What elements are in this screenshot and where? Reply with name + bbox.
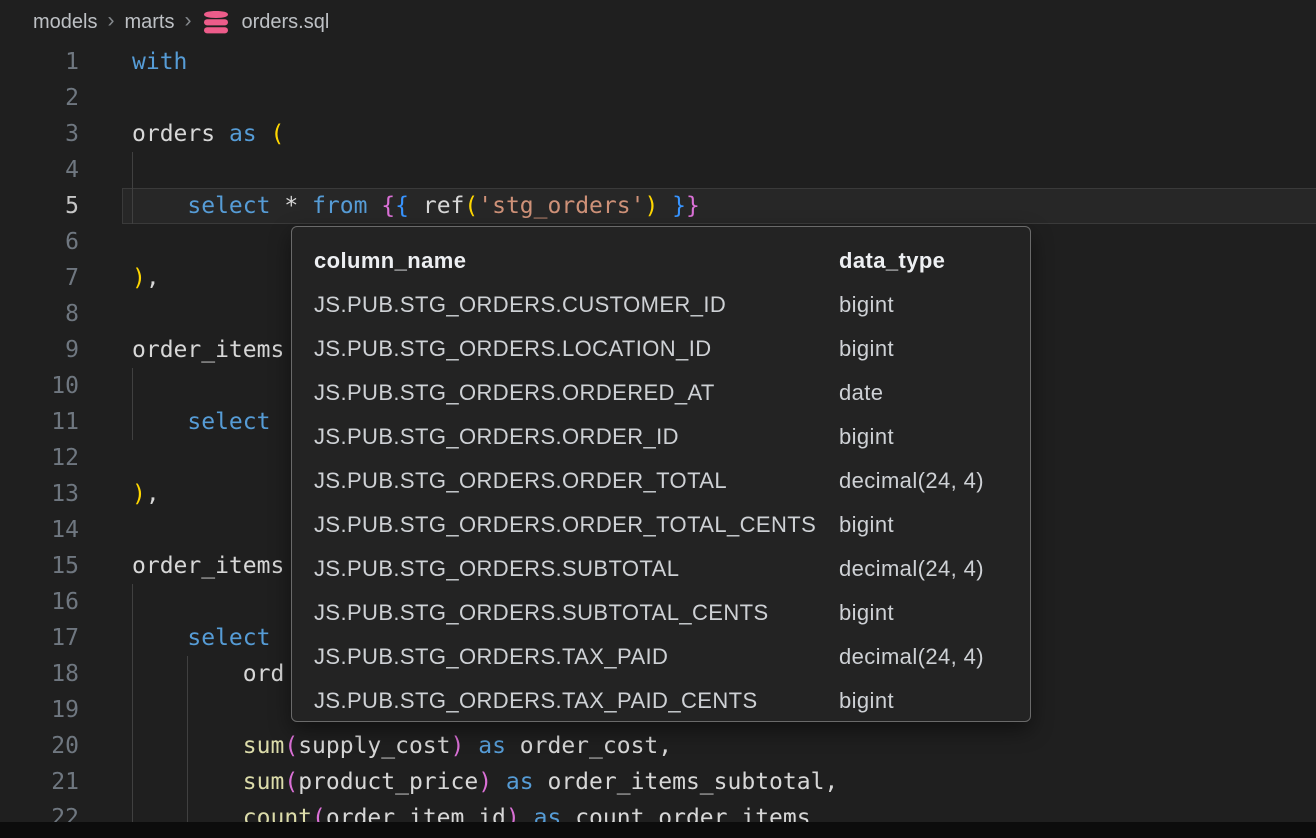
code-line-20[interactable]: 20 sum(supply_cost) as order_cost,	[0, 728, 1316, 764]
column-name-cell: JS.PUB.STG_ORDERS.TAX_PAID	[314, 644, 839, 670]
line-content[interactable]	[122, 152, 1316, 188]
column-info-row: JS.PUB.STG_ORDERS.SUBTOTALdecimal(24, 4)	[292, 547, 1030, 591]
line-number[interactable]: 5	[0, 188, 122, 224]
column-name-cell: JS.PUB.STG_ORDERS.CUSTOMER_ID	[314, 292, 839, 318]
data-type-cell: decimal(24, 4)	[839, 644, 1030, 670]
line-content[interactable]: sum(product_price) as order_items_subtot…	[122, 764, 1316, 800]
line-content[interactable]: orders as (	[122, 116, 1316, 152]
chevron-right-icon: ›	[184, 9, 191, 33]
column-info-row: JS.PUB.STG_ORDERS.ORDERED_ATdate	[292, 371, 1030, 415]
line-number[interactable]: 17	[0, 620, 122, 656]
column-name-cell: JS.PUB.STG_ORDERS.SUBTOTAL	[314, 556, 839, 582]
line-number[interactable]: 15	[0, 548, 122, 584]
code-line-1[interactable]: 1 with	[0, 44, 1316, 80]
line-number[interactable]: 6	[0, 224, 122, 260]
line-number[interactable]: 19	[0, 692, 122, 728]
code-tokens: ),	[132, 481, 160, 507]
breadcrumb-item-models[interactable]: models	[33, 11, 97, 34]
code-line-2[interactable]: 2	[0, 80, 1316, 116]
code-tokens: select	[132, 409, 270, 435]
line-content[interactable]	[122, 80, 1316, 116]
line-content[interactable]: with	[122, 44, 1316, 80]
popup-header-column-name: column_name	[314, 248, 839, 274]
line-number[interactable]: 7	[0, 260, 122, 296]
data-type-cell: bigint	[839, 424, 1030, 450]
line-number[interactable]: 2	[0, 80, 122, 116]
code-tokens: orders as (	[132, 121, 284, 147]
line-number[interactable]: 14	[0, 512, 122, 548]
data-type-cell: decimal(24, 4)	[839, 468, 1030, 494]
indent-guide	[187, 692, 188, 728]
column-info-row: JS.PUB.STG_ORDERS.CUSTOMER_IDbigint	[292, 283, 1030, 327]
line-number[interactable]: 18	[0, 656, 122, 692]
column-info-row: JS.PUB.STG_ORDERS.SUBTOTAL_CENTSbigint	[292, 591, 1030, 635]
panel-divider	[0, 822, 1316, 838]
database-icon	[201, 11, 231, 34]
column-name-cell: JS.PUB.STG_ORDERS.SUBTOTAL_CENTS	[314, 600, 839, 626]
line-number[interactable]: 11	[0, 404, 122, 440]
line-number[interactable]: 20	[0, 728, 122, 764]
code-tokens: ord	[132, 661, 284, 687]
column-info-row: JS.PUB.STG_ORDERS.ORDER_IDbigint	[292, 415, 1030, 459]
code-tokens: with	[132, 49, 187, 75]
data-type-cell: decimal(24, 4)	[839, 556, 1030, 582]
code-line-21[interactable]: 21 sum(product_price) as order_items_sub…	[0, 764, 1316, 800]
code-line-3[interactable]: 3 orders as (	[0, 116, 1316, 152]
indent-guide	[132, 152, 133, 188]
line-number[interactable]: 3	[0, 116, 122, 152]
line-number[interactable]: 13	[0, 476, 122, 512]
popup-rows: JS.PUB.STG_ORDERS.CUSTOMER_IDbigintJS.PU…	[292, 283, 1030, 722]
indent-guide	[132, 368, 133, 404]
code-line-4[interactable]: 4	[0, 152, 1316, 188]
line-number[interactable]: 10	[0, 368, 122, 404]
column-name-cell: JS.PUB.STG_ORDERS.ORDERED_AT	[314, 380, 839, 406]
line-number[interactable]: 4	[0, 152, 122, 188]
breadcrumb-item-file[interactable]: orders.sql	[241, 11, 329, 34]
column-name-cell: JS.PUB.STG_ORDERS.ORDER_TOTAL_CENTS	[314, 512, 839, 538]
column-name-cell: JS.PUB.STG_ORDERS.TAX_PAID_CENTS	[314, 688, 839, 714]
column-name-cell: JS.PUB.STG_ORDERS.ORDER_ID	[314, 424, 839, 450]
line-content[interactable]: sum(supply_cost) as order_cost,	[122, 728, 1316, 764]
line-content[interactable]: select * from {{ ref('stg_orders') }}	[122, 188, 1316, 224]
chevron-right-icon: ›	[107, 9, 114, 33]
code-tokens: select * from {{ ref('stg_orders') }}	[132, 193, 700, 219]
code-tokens: order_items	[132, 337, 284, 363]
line-number[interactable]: 16	[0, 584, 122, 620]
column-info-row: JS.PUB.STG_ORDERS.ORDER_TOTAL_CENTSbigin…	[292, 503, 1030, 547]
data-type-cell: bigint	[839, 600, 1030, 626]
code-tokens: order_items	[132, 553, 284, 579]
data-type-cell: bigint	[839, 512, 1030, 538]
popup-header-data-type: data_type	[839, 248, 1030, 274]
data-type-cell: bigint	[839, 688, 1030, 714]
column-info-popup: column_name data_type JS.PUB.STG_ORDERS.…	[291, 226, 1031, 722]
indent-guide	[132, 692, 133, 728]
column-name-cell: JS.PUB.STG_ORDERS.ORDER_TOTAL	[314, 468, 839, 494]
column-info-row: JS.PUB.STG_ORDERS.LOCATION_IDbigint	[292, 327, 1030, 371]
column-name-cell: JS.PUB.STG_ORDERS.LOCATION_ID	[314, 336, 839, 362]
data-type-cell: bigint	[839, 336, 1030, 362]
line-number[interactable]: 12	[0, 440, 122, 476]
line-number[interactable]: 9	[0, 332, 122, 368]
code-tokens: sum(product_price) as order_items_subtot…	[132, 769, 838, 795]
code-tokens: ),	[132, 265, 160, 291]
popup-header-row: column_name data_type	[292, 239, 1030, 283]
indent-guide	[132, 584, 133, 620]
line-number[interactable]: 1	[0, 44, 122, 80]
data-type-cell: bigint	[839, 292, 1030, 318]
line-number[interactable]: 21	[0, 764, 122, 800]
column-info-row: JS.PUB.STG_ORDERS.ORDER_TOTALdecimal(24,…	[292, 459, 1030, 503]
code-tokens: sum(supply_cost) as order_cost,	[132, 733, 672, 759]
breadcrumb: models › marts › orders.sql	[0, 0, 1316, 44]
code-tokens: select	[132, 625, 270, 651]
data-type-cell: date	[839, 380, 1030, 406]
line-number[interactable]: 8	[0, 296, 122, 332]
column-info-row: JS.PUB.STG_ORDERS.TAX_PAID_CENTSbigint	[292, 679, 1030, 722]
column-info-row: JS.PUB.STG_ORDERS.TAX_PAIDdecimal(24, 4)	[292, 635, 1030, 679]
breadcrumb-item-marts[interactable]: marts	[124, 11, 174, 34]
code-line-5[interactable]: 5 select * from {{ ref('stg_orders') }}	[0, 188, 1316, 224]
